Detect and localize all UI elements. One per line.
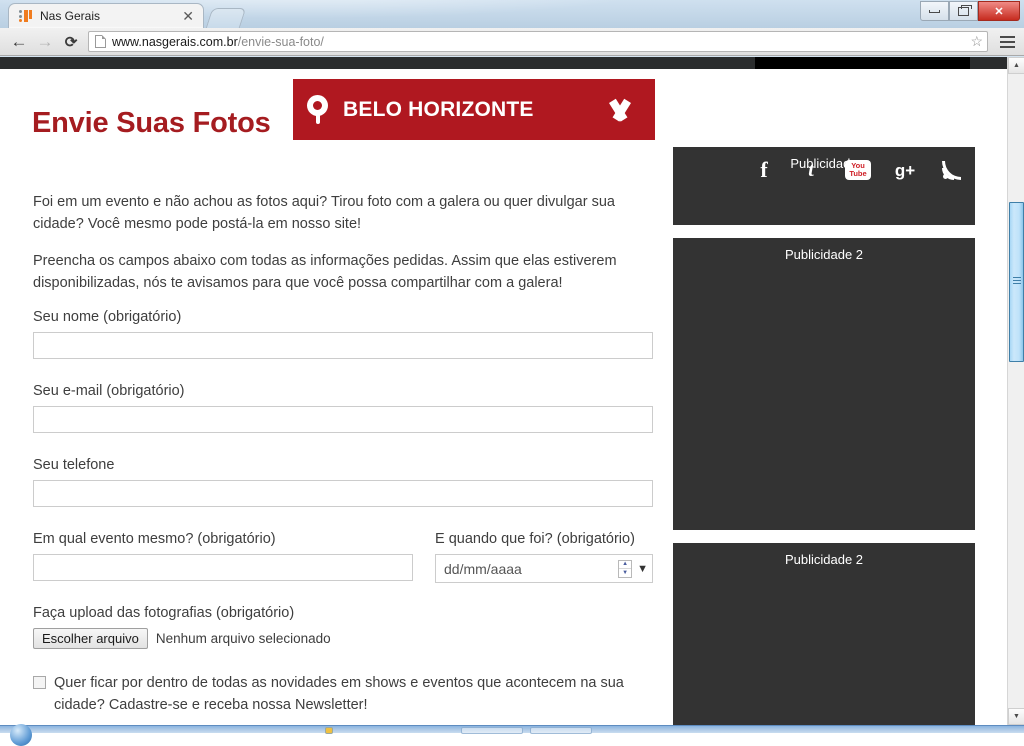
email-label: Seu e-mail (obrigatório) xyxy=(33,383,185,399)
event-and-date-row: Em qual evento mesmo? (obrigatório) E qu… xyxy=(33,531,658,583)
page-scrollbar[interactable]: ▲ ▼ xyxy=(1007,57,1024,725)
date-label: E quando que foi? (obrigatório) xyxy=(435,531,635,547)
email-input[interactable] xyxy=(33,406,653,433)
browser-toolbar: ← → ⟳ www.nasgerais.com.br/envie-sua-fot… xyxy=(0,28,1024,56)
reload-icon[interactable]: ⟳ xyxy=(58,30,84,54)
intro-paragraph-2: Preencha os campos abaixo com todas as i… xyxy=(33,252,617,292)
date-field-group: E quando que foi? (obrigatório) dd/mm/aa… xyxy=(435,531,655,583)
city-selector-label: BELO HORIZONTE xyxy=(343,97,534,121)
scroll-up-arrow-icon[interactable]: ▲ xyxy=(1008,57,1024,74)
tab-title: Nas Gerais xyxy=(40,9,101,23)
ad-slot-2: Publicidade 2 xyxy=(673,238,975,530)
site-top-dark-bar xyxy=(0,57,1007,69)
sidebar-ads: Publicidade Publicidade 2 Publicidade 2 … xyxy=(673,147,975,725)
page-info-icon xyxy=(95,35,106,48)
url-domain: www.nasgerais.com.br xyxy=(112,34,238,49)
upload-label: Faça upload das fotografias (obrigatório… xyxy=(33,605,295,621)
phone-input[interactable] xyxy=(33,480,653,507)
date-input[interactable]: dd/mm/aaaa ▲ ▼ ▼ xyxy=(435,554,653,583)
submit-photo-form: Seu nome (obrigatório) Seu e-mail (obrig… xyxy=(33,309,658,725)
phone-label: Seu telefone xyxy=(33,457,115,473)
bookmark-star-icon[interactable]: ☆ xyxy=(970,33,983,50)
close-window-button[interactable]: ✕ xyxy=(978,1,1020,21)
upload-field-group: Faça upload das fotografias (obrigatório… xyxy=(33,605,658,649)
date-placeholder-text: dd/mm/aaaa xyxy=(444,560,522,577)
site-top-black-segment xyxy=(755,57,970,69)
intro-text: Foi em um evento e não achou as fotos aq… xyxy=(33,191,648,309)
ad-slot-3: Publicidade 2 nas Gerais Voltar ao Topo xyxy=(673,543,975,725)
address-bar[interactable]: www.nasgerais.com.br/envie-sua-foto/ ☆ xyxy=(88,31,988,52)
page-content: Envie Suas Fotos BELO HORIZONTE f t You T… xyxy=(0,69,1007,725)
page-title: Envie Suas Fotos xyxy=(32,107,271,140)
event-label: Em qual evento mesmo? (obrigatório) xyxy=(33,531,276,547)
name-label: Seu nome (obrigatório) xyxy=(33,309,182,325)
event-field-group: Em qual evento mesmo? (obrigatório) xyxy=(33,531,413,583)
ad-slot-3-label: Publicidade 2 xyxy=(784,552,864,567)
browser-tab[interactable]: Nas Gerais ✕ xyxy=(8,3,204,28)
event-input[interactable] xyxy=(33,554,413,581)
ad-slot-2-label: Publicidade 2 xyxy=(784,247,864,262)
file-input-row: Escolher arquivo Nenhum arquivo selecion… xyxy=(33,628,658,649)
city-selector[interactable]: BELO HORIZONTE xyxy=(293,79,655,140)
scroll-down-arrow-icon[interactable]: ▼ xyxy=(1008,708,1024,725)
minimize-button[interactable] xyxy=(920,1,949,21)
intro-paragraph-1: Foi em um evento e não achou as fotos aq… xyxy=(33,194,615,233)
newsletter-optin[interactable]: Quer ficar por dentro de todas as novida… xyxy=(33,673,653,717)
site-favicon-icon xyxy=(18,8,34,24)
name-input[interactable] xyxy=(33,332,653,359)
file-status-text: Nenhum arquivo selecionado xyxy=(155,631,331,646)
choose-file-button[interactable]: Escolher arquivo xyxy=(33,628,148,649)
url-path: /envie-sua-foto/ xyxy=(237,34,324,49)
back-icon[interactable]: ← xyxy=(6,30,32,54)
scrollbar-thumb[interactable] xyxy=(1009,202,1024,362)
map-pin-icon xyxy=(307,94,329,125)
maximize-restore-button[interactable] xyxy=(949,1,978,21)
windows-taskbar xyxy=(0,724,1024,746)
window-controls: ✕ xyxy=(920,1,1020,21)
new-tab-button[interactable] xyxy=(205,8,247,28)
date-picker-caret-icon[interactable]: ▼ xyxy=(637,563,648,575)
chevron-down-icon[interactable] xyxy=(605,101,635,119)
tab-close-icon[interactable]: ✕ xyxy=(179,9,197,23)
forward-icon[interactable]: → xyxy=(32,30,58,54)
browser-menu-icon[interactable] xyxy=(996,35,1018,48)
ad-slot-1: Publicidade xyxy=(673,147,975,225)
newsletter-label: Quer ficar por dentro de todas as novida… xyxy=(54,675,624,713)
newsletter-checkbox[interactable] xyxy=(33,676,46,689)
date-spinner-icon[interactable]: ▲ ▼ xyxy=(618,559,633,578)
start-orb-icon[interactable] xyxy=(10,724,32,746)
browser-window: Nas Gerais ✕ ✕ ← → ⟳ www.nasgerais.com.b… xyxy=(0,0,1024,746)
page-viewport: Envie Suas Fotos BELO HORIZONTE f t You T… xyxy=(0,57,1024,725)
